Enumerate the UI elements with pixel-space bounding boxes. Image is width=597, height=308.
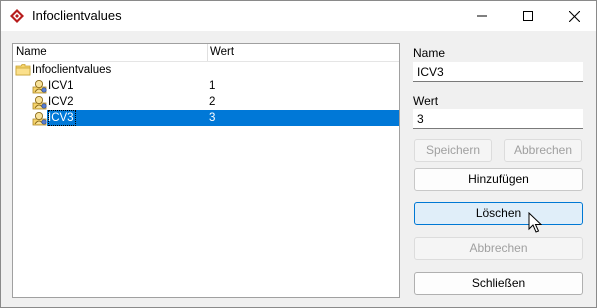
add-button[interactable]: Hinzufügen [414,168,583,191]
delete-button[interactable]: Löschen [414,202,583,225]
maximize-icon [523,11,533,21]
tree-header: Name Wert [13,44,399,62]
close-icon [568,10,580,22]
tree-item-value: 2 [209,96,216,108]
tree-item-value: 3 [209,112,216,124]
name-field[interactable] [413,62,583,82]
save-button[interactable]: Speichern [414,139,492,162]
user-value-icon [32,111,47,126]
tree-root-item[interactable]: Infoclientvalues [13,62,399,78]
maximize-button[interactable] [505,1,551,31]
values-tree[interactable]: Name Wert Infoclientvalues ICV1 1 ICV2 2… [12,43,400,298]
name-label: Name [413,46,446,60]
folder-icon [15,64,31,76]
cancel-edit-button[interactable]: Abbrechen [504,139,582,162]
tree-item-icv1[interactable]: ICV1 1 [13,78,399,94]
title-bar[interactable]: Infoclientvalues [1,1,596,31]
selection-highlight [47,110,399,126]
tree-item-value: 1 [209,80,216,92]
minimize-icon [477,15,487,17]
value-label: Wert [413,94,439,108]
tree-item-icv3[interactable]: ICV3 3 [13,110,399,126]
dialog-window: Infoclientvalues Name Wert Infoclientval… [0,0,597,308]
cancel-button[interactable]: Abbrechen [414,237,583,260]
column-header-value[interactable]: Wert [207,44,399,61]
user-value-icon [32,79,47,94]
column-header-name[interactable]: Name [13,44,207,61]
tree-item-label: ICV2 [48,96,74,108]
close-button[interactable]: Schließen [414,272,583,295]
user-value-icon [32,95,47,110]
minimize-button[interactable] [459,1,505,31]
app-icon [10,9,24,23]
window-title: Infoclientvalues [32,8,122,23]
value-field[interactable] [413,109,583,129]
tree-item-label: ICV3 [48,110,76,126]
tree-root-label: Infoclientvalues [32,64,112,76]
tree-item-label: ICV1 [48,80,74,92]
tree-item-icv2[interactable]: ICV2 2 [13,94,399,110]
mouse-cursor-icon [528,212,542,233]
close-window-button[interactable] [551,1,597,31]
